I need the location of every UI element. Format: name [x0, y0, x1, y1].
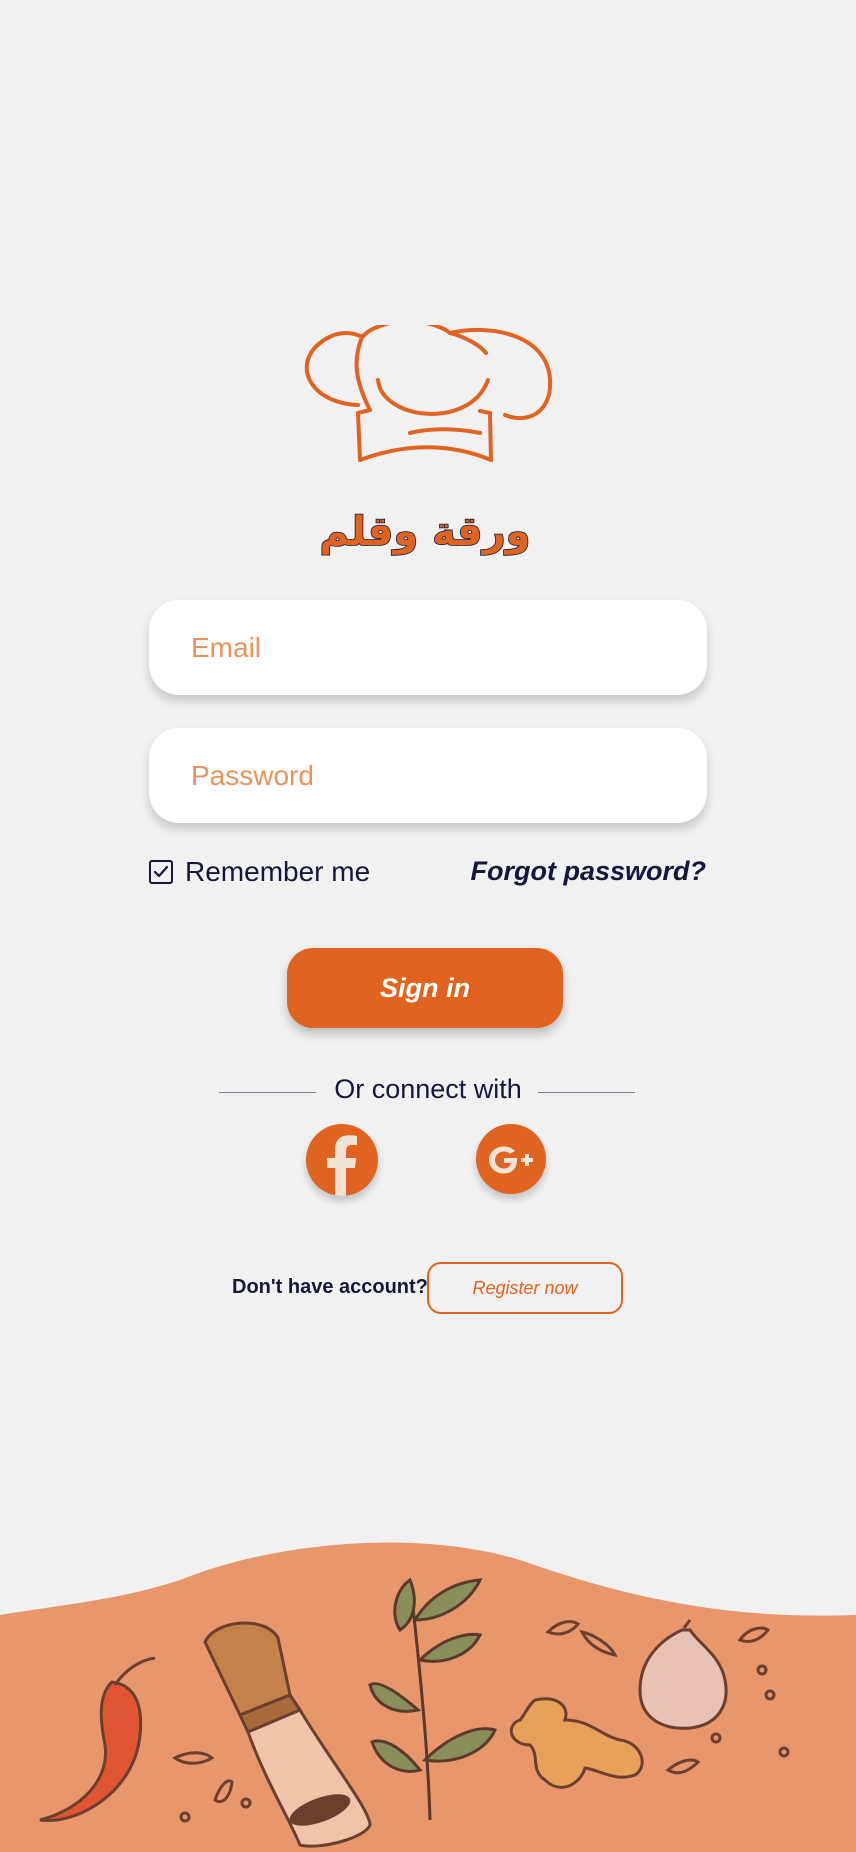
checkmark-icon: [153, 865, 169, 878]
chef-hat-logo: [304, 325, 553, 462]
connect-with-label: Or connect with: [334, 1074, 522, 1104]
google-plus-button[interactable]: [476, 1124, 546, 1194]
google-plus-icon: [489, 1146, 533, 1174]
password-input[interactable]: [189, 758, 707, 793]
forgot-password-link[interactable]: Forgot password?: [471, 856, 707, 887]
email-input[interactable]: [189, 630, 707, 665]
divider-line-right: [538, 1092, 635, 1093]
brand-arabic-name: ورقة وقلم: [319, 508, 532, 556]
spices-footer-illustration: [0, 1542, 856, 1852]
register-button[interactable]: Register now: [427, 1262, 623, 1314]
no-account-text: Don't have account?: [232, 1276, 428, 1298]
sign-in-button[interactable]: Sign in: [287, 948, 563, 1028]
remember-checkbox[interactable]: [149, 860, 173, 884]
email-field[interactable]: [149, 600, 707, 695]
remember-me[interactable]: Remember me: [149, 856, 370, 888]
remember-label: Remember me: [185, 856, 371, 887]
password-field[interactable]: [149, 728, 707, 823]
facebook-icon: [327, 1135, 357, 1196]
facebook-button[interactable]: [306, 1124, 378, 1196]
brand-name-text: ورقة وقلم: [319, 509, 530, 555]
